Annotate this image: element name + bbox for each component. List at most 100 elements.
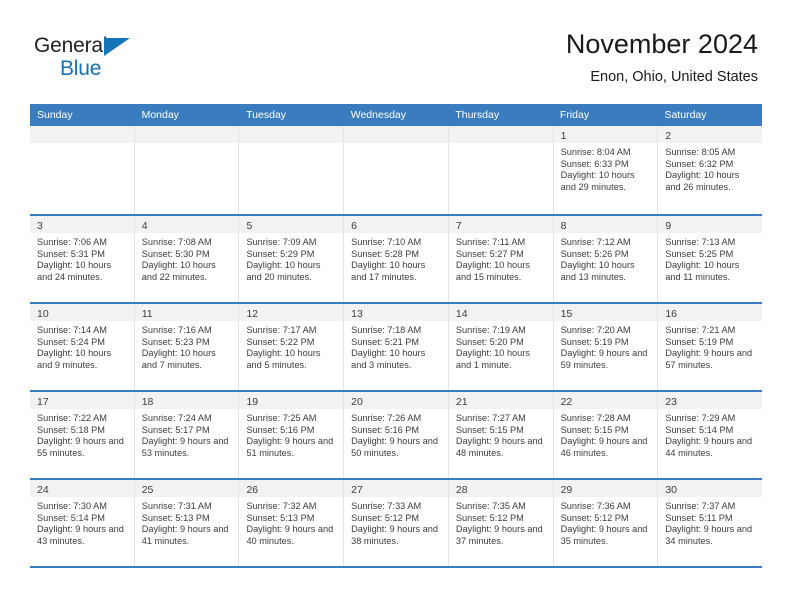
daylight-text: Daylight: 10 hours and 13 minutes. (560, 260, 635, 282)
day-number-band (448, 126, 553, 143)
weekday-header-monday: Monday (141, 109, 179, 121)
day-cell-body: Sunrise: 7:16 AM Sunset: 5:23 PM Daylight:… (135, 321, 239, 390)
calendar-day-cell[interactable]: 15 Sunrise: 7:20 AM Sunset: 5:19 PM Dayligh… (553, 304, 659, 390)
logo-text-blue: Blue (60, 57, 102, 80)
sunset-text: Sunset: 5:31 PM (37, 248, 105, 259)
calendar-day-cell[interactable]: 30 Sunrise: 7:37 AM Sunset: 5:11 PM Dayligh… (658, 480, 763, 566)
day-number: 26 (246, 484, 259, 496)
sunrise-text: Sunrise: 7:27 AM (455, 413, 526, 423)
calendar-day-cell[interactable]: 11 Sunrise: 7:16 AM Sunset: 5:23 PM Dayligh… (134, 304, 240, 390)
day-number-band: 20 (344, 392, 448, 409)
calendar-day-cell[interactable]: 19 Sunrise: 7:25 AM Sunset: 5:16 PM Dayligh… (239, 392, 345, 478)
calendar-day-cell[interactable]: 14 Sunrise: 7:19 AM Sunset: 5:20 PM Dayligh… (448, 304, 554, 390)
general-blue-logo[interactable]: General Blue (34, 34, 164, 86)
day-number: 11 (141, 308, 153, 320)
sunset-text: Sunset: 5:16 PM (246, 424, 315, 435)
day-cell-body: Sunrise: 8:05 AM Sunset: 6:32 PM Daylight:… (658, 143, 762, 214)
sunset-text: Sunset: 5:14 PM (37, 512, 105, 523)
sunrise-text: Sunrise: 7:33 AM (351, 501, 422, 511)
day-number: 4 (141, 220, 148, 232)
calendar-day-cell[interactable]: 13 Sunrise: 7:18 AM Sunset: 5:21 PM Dayligh… (344, 304, 449, 390)
sunrise-text: Sunrise: 7:31 AM (141, 501, 212, 511)
sunrise-text: Sunrise: 7:30 AM (37, 501, 107, 511)
sunset-text: Sunset: 5:24 PM (37, 336, 105, 347)
day-number-band: 5 (239, 216, 344, 233)
calendar-day-cell[interactable]: 18 Sunrise: 7:24 AM Sunset: 5:17 PM Dayligh… (134, 392, 240, 478)
daylight-text: Daylight: 10 hours and 22 minutes. (141, 260, 216, 282)
day-number: 27 (351, 484, 363, 496)
day-number-band: 12 (239, 304, 344, 321)
calendar-day-cell[interactable]: 1 Sunrise: 8:04 AM Sunset: 6:33 PM Daylight… (553, 126, 659, 214)
sunset-text: Sunset: 5:13 PM (246, 512, 315, 523)
daylight-text: Daylight: 9 hours and 40 minutes. (246, 524, 334, 546)
sunset-text: Sunset: 5:25 PM (665, 248, 734, 259)
calendar-day-cell[interactable]: 9 Sunrise: 7:13 AM Sunset: 5:25 PM Daylight… (658, 216, 763, 302)
calendar-day-cell[interactable]: 21 Sunrise: 7:27 AM Sunset: 5:15 PM Dayligh… (448, 392, 554, 478)
sunrise-text: Sunrise: 7:13 AM (665, 237, 736, 247)
calendar-day-cell[interactable]: 26 Sunrise: 7:32 AM Sunset: 5:13 PM Dayligh… (239, 480, 345, 566)
day-number-band: 24 (30, 480, 134, 497)
weekday-header-tuesday: Tuesday (246, 109, 287, 121)
sunrise-text: Sunrise: 7:25 AM (246, 413, 317, 423)
day-number-band: 6 (344, 216, 448, 233)
day-cell-body (135, 143, 239, 214)
day-number-band: 13 (344, 304, 448, 321)
day-cell-body: Sunrise: 7:28 AM Sunset: 5:15 PM Daylight:… (554, 409, 658, 478)
calendar-day-cell[interactable]: 8 Sunrise: 7:12 AM Sunset: 5:26 PM Daylight… (553, 216, 659, 302)
calendar-day-cell[interactable]: 16 Sunrise: 7:21 AM Sunset: 5:19 PM Dayligh… (658, 304, 763, 390)
day-cell-body: Sunrise: 7:36 AM Sunset: 5:12 PM Daylight:… (554, 497, 658, 566)
day-cell-body: Sunrise: 7:14 AM Sunset: 5:24 PM Daylight:… (30, 321, 134, 390)
calendar-day-cell[interactable]: 24 Sunrise: 7:30 AM Sunset: 5:14 PM Dayligh… (30, 480, 135, 566)
day-number: 29 (560, 484, 573, 496)
day-number: 9 (665, 220, 672, 232)
day-cell-body: Sunrise: 7:33 AM Sunset: 5:12 PM Daylight:… (344, 497, 448, 566)
logo-text-general: General (34, 34, 108, 57)
day-number-band: 10 (30, 304, 134, 321)
page-subtitle-location: Enon, Ohio, United States (590, 69, 758, 85)
calendar-day-cell[interactable]: 4 Sunrise: 7:08 AM Sunset: 5:30 PM Daylight… (134, 216, 240, 302)
calendar-day-cell[interactable]: 22 Sunrise: 7:28 AM Sunset: 5:15 PM Dayligh… (553, 392, 659, 478)
page-title: November 2024 (565, 29, 758, 59)
day-cell-body: Sunrise: 7:30 AM Sunset: 5:14 PM Daylight:… (30, 497, 134, 566)
day-number: 28 (455, 484, 468, 496)
day-number: 22 (560, 396, 573, 408)
day-number: 18 (141, 396, 154, 408)
calendar-day-cell[interactable]: 12 Sunrise: 7:17 AM Sunset: 5:22 PM Dayligh… (239, 304, 345, 390)
day-cell-body (344, 143, 448, 214)
daylight-text: Daylight: 9 hours and 34 minutes. (665, 524, 753, 546)
day-number-band: 27 (344, 480, 448, 497)
calendar-day-cell[interactable]: 2 Sunrise: 8:05 AM Sunset: 6:32 PM Daylight… (658, 126, 763, 214)
day-cell-body: Sunrise: 7:31 AM Sunset: 5:13 PM Daylight:… (135, 497, 239, 566)
day-cell-body (239, 143, 343, 214)
calendar-day-cell[interactable]: 7 Sunrise: 7:11 AM Sunset: 5:27 PM Daylight… (448, 216, 554, 302)
page-header: General Blue November 2024 Enon, Ohio, U… (34, 28, 758, 100)
calendar-day-cell[interactable]: 25 Sunrise: 7:31 AM Sunset: 5:13 PM Dayligh… (134, 480, 240, 566)
day-cell-body: Sunrise: 7:26 AM Sunset: 5:16 PM Daylight:… (344, 409, 448, 478)
calendar-day-cell[interactable]: 28 Sunrise: 7:35 AM Sunset: 5:12 PM Dayligh… (448, 480, 554, 566)
day-number: 20 (351, 396, 363, 408)
day-number-band: 21 (448, 392, 553, 409)
daylight-text: Daylight: 9 hours and 43 minutes. (37, 524, 124, 546)
day-number: 8 (560, 220, 567, 232)
sunset-text: Sunset: 5:15 PM (560, 424, 629, 435)
sunset-text: Sunset: 5:27 PM (455, 248, 524, 259)
calendar-day-cell[interactable]: 5 Sunrise: 7:09 AM Sunset: 5:29 PM Daylight… (239, 216, 345, 302)
calendar-day-cell[interactable]: 6 Sunrise: 7:10 AM Sunset: 5:28 PM Daylight… (344, 216, 449, 302)
day-number-band: 30 (658, 480, 763, 497)
calendar-day-cell[interactable]: 27 Sunrise: 7:33 AM Sunset: 5:12 PM Dayligh… (344, 480, 449, 566)
daylight-text: Daylight: 9 hours and 51 minutes. (246, 436, 334, 458)
calendar-weeks: 1 Sunrise: 8:04 AM Sunset: 6:33 PM Daylight… (30, 126, 763, 566)
day-number-band: 11 (134, 304, 239, 321)
calendar-day-cell[interactable]: 17 Sunrise: 7:22 AM Sunset: 5:18 PM Dayligh… (30, 392, 135, 478)
daylight-text: Daylight: 9 hours and 55 minutes. (37, 436, 124, 458)
day-cell-body: Sunrise: 7:06 AM Sunset: 5:31 PM Daylight:… (30, 233, 134, 302)
calendar-day-cell[interactable]: 3 Sunrise: 7:06 AM Sunset: 5:31 PM Daylight… (30, 216, 135, 302)
daylight-text: Daylight: 10 hours and 20 minutes. (246, 260, 321, 282)
calendar-day-cell[interactable]: 20 Sunrise: 7:26 AM Sunset: 5:16 PM Dayligh… (344, 392, 449, 478)
sunrise-text: Sunrise: 7:21 AM (665, 325, 736, 335)
calendar-day-cell[interactable]: 10 Sunrise: 7:14 AM Sunset: 5:24 PM Dayligh… (30, 304, 135, 390)
calendar-day-cell[interactable]: 23 Sunrise: 7:29 AM Sunset: 5:14 PM Dayligh… (658, 392, 763, 478)
day-cell-body: Sunrise: 7:25 AM Sunset: 5:16 PM Daylight:… (239, 409, 343, 478)
daylight-text: Daylight: 10 hours and 3 minutes. (351, 348, 426, 370)
calendar-day-cell[interactable]: 29 Sunrise: 7:36 AM Sunset: 5:12 PM Dayligh… (553, 480, 659, 566)
